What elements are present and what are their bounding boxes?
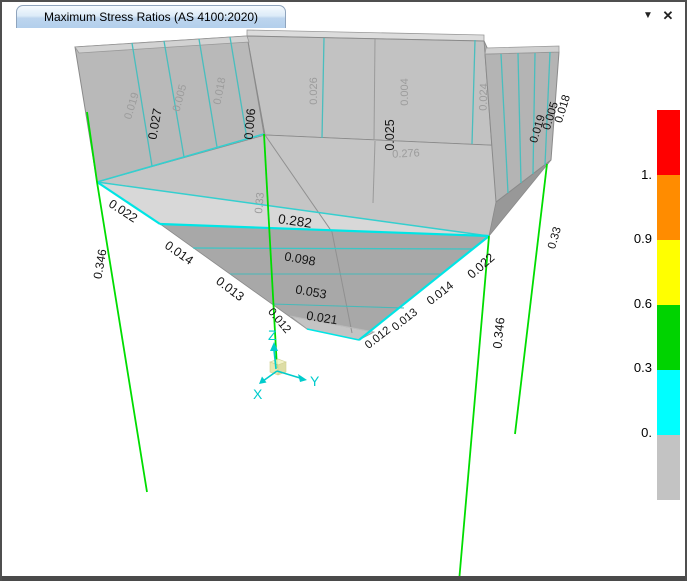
x-axis-label: X — [253, 386, 263, 402]
x-axis-line — [263, 371, 277, 381]
leg-front-right — [459, 236, 489, 581]
results-window: Maximum Stress Ratios (AS 4100:2020) ▼ ✕ — [0, 0, 687, 581]
leg-back-right — [515, 164, 547, 434]
stress-ratio-label: 0.346 — [490, 317, 507, 350]
axis-triad: X Y Z — [253, 327, 320, 402]
window-bottom-splitter[interactable] — [2, 576, 685, 581]
stress-ratio-label: 0.022 — [465, 250, 498, 281]
stress-ratio-label: 0.004 — [399, 78, 411, 106]
stress-ratio-label: 0.026 — [308, 77, 320, 105]
stress-ratio-label: 0.025 — [383, 119, 397, 150]
y-axis-label: Y — [310, 373, 320, 389]
y-axis-arrowhead — [298, 374, 307, 382]
stress-ratio-label: 0.33 — [253, 192, 267, 214]
stress-ratio-label: 0.276 — [392, 147, 420, 160]
3d-viewport[interactable]: X Y Z 0.0190.0270.0050.0180.0060.0260.00… — [2, 2, 687, 581]
stress-ratio-label: 0.33 — [546, 226, 564, 251]
stress-ratio-label: 0.346 — [90, 248, 109, 280]
y-axis-line — [277, 371, 300, 378]
stress-ratio-label: 0.006 — [242, 108, 259, 140]
stress-ratio-label: 0.024 — [478, 83, 491, 111]
z-axis-arrowhead — [270, 342, 278, 351]
z-axis-label: Z — [268, 327, 277, 343]
